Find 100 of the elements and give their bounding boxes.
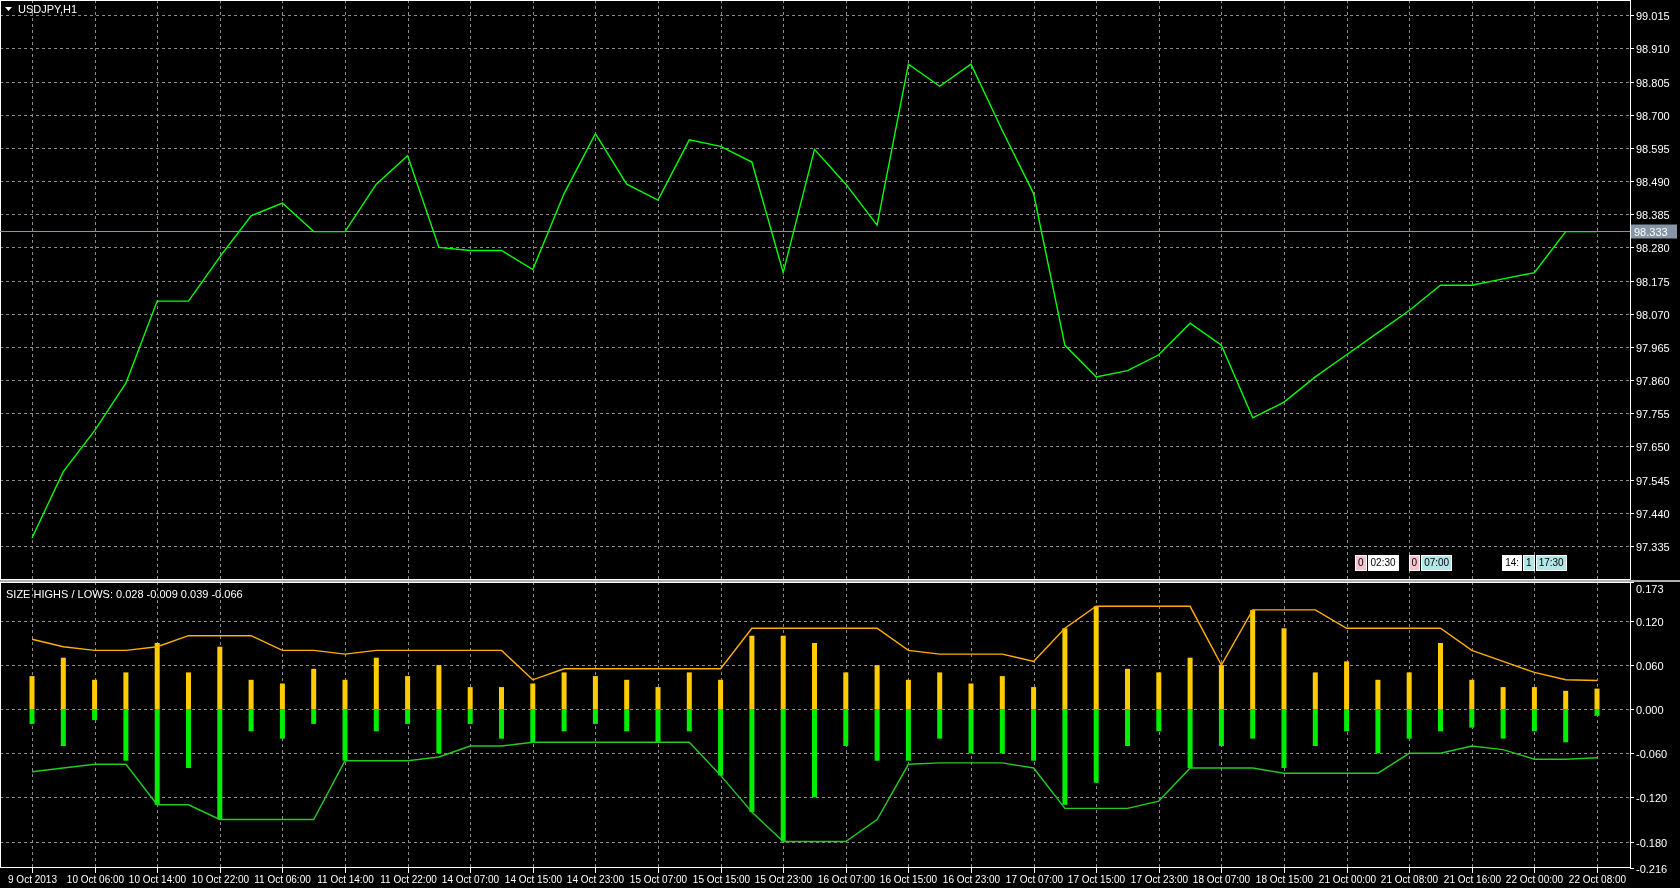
high-bar [843,672,849,710]
high-bar [499,687,504,710]
high-bar [29,676,35,710]
high-bar [60,657,66,710]
low-bar [686,709,692,732]
axis-label: 98.595 [1636,142,1670,155]
time-axis-label: 17 Oct 07:00 [1005,874,1064,885]
axis-label: 98.490 [1636,175,1670,188]
high-bar [1563,690,1569,710]
time-axis-label: 17 Oct 15:00 [1067,874,1126,885]
low-bar [1281,709,1287,768]
low-bar [561,709,567,732]
time-axis-label: 14 Oct 15:00 [504,874,563,885]
low-bar [1312,709,1318,746]
low-bar [1156,709,1162,732]
low-bar [1375,709,1381,754]
time-axis-label: 18 Oct 07:00 [1192,874,1251,885]
low-bar [123,709,129,761]
time-axis-label: 17 Oct 23:00 [1130,874,1189,885]
time-marker: 1 [1523,555,1535,571]
low-bar [874,709,880,761]
time-axis-label: 15 Oct 07:00 [629,874,688,885]
time-axis-label: 15 Oct 15:00 [692,874,751,885]
high-bar [311,668,317,710]
low-bar [1406,709,1412,739]
high-bar [1406,672,1412,710]
axis-label: 98.070 [1636,308,1670,321]
high-bar [561,672,567,710]
time-marker: 0 [1408,555,1421,571]
high-bar [968,683,974,710]
time-axis-label: 16 Oct 23:00 [942,874,1001,885]
low-bar [342,709,348,761]
low-bar [1250,709,1256,739]
low-bar [592,709,598,724]
high-bar [1218,665,1224,710]
high-bar [686,672,692,710]
high-bar [905,679,911,710]
high-bar [1594,688,1600,710]
axis-label: 97.860 [1636,374,1670,387]
dropdown-triangle-icon[interactable] [5,7,12,11]
time-axis-label: 16 Oct 15:00 [879,874,938,885]
low-bar [624,709,630,732]
high-bar [405,676,411,710]
time-axis-label: 21 Oct 08:00 [1380,874,1439,885]
high-bar [92,679,98,710]
high-bar [342,679,348,710]
high-bar [467,687,473,710]
high-bar [655,687,661,710]
low-bar [248,709,254,732]
high-bar [1438,643,1443,710]
low-bar [655,709,661,743]
axis-label: 98.805 [1636,76,1670,89]
low-bar [968,709,974,754]
low-bar [937,709,943,739]
low-bar [999,709,1005,754]
high-bar [718,679,724,710]
time-axis-label: 10 Oct 06:00 [66,874,125,885]
low-bar [1031,709,1037,761]
axis-label: 0.000 [1636,703,1664,716]
high-bar [530,683,536,710]
high-bar [154,643,160,710]
low-bar [311,709,317,724]
time-marker: 07:00 [1421,555,1453,571]
low-bar [1563,709,1569,743]
time-axis-label: 21 Oct 00:00 [1318,874,1377,885]
low-bar [186,709,191,768]
low-bar [1531,709,1537,732]
current-price-label: 98.333 [1631,224,1677,239]
low-bar [436,709,442,754]
time-axis-label: 11 Oct 14:00 [317,874,374,885]
low-bar [1344,709,1350,732]
high-bar [1031,687,1037,710]
axis-label: 97.650 [1636,440,1670,453]
low-bar [1469,709,1475,728]
low-bar [530,709,536,743]
axis-label: 0.173 [1636,583,1664,595]
low-bar [467,709,473,724]
low-bar [1187,709,1193,768]
high-bar [1187,657,1193,710]
high-bar [812,643,817,710]
time-axis-label: 16 Oct 07:00 [817,874,876,885]
high-bar [279,683,285,710]
time-axis-label: 22 Oct 08:00 [1568,874,1627,885]
high-bar [1375,679,1381,710]
high-bar [999,676,1005,710]
time-axis-label: 11 Oct 06:00 [254,874,311,885]
axis-label: -0.060 [1636,747,1668,760]
time-marker: 0 [1355,555,1367,571]
high-bar [186,672,191,710]
low-bar [499,709,504,739]
high-bar [1125,668,1130,710]
high-bar [1156,672,1162,710]
low-bar [405,709,411,724]
time-marker: 17:30 [1535,555,1567,571]
time-axis-label: 21 Oct 16:00 [1443,874,1502,885]
time-axis-label: 9 Oct 2013 [8,874,57,885]
time-axis-label: 15 Oct 23:00 [754,874,813,885]
time-marker: 14: [1502,555,1523,571]
low-bar [1594,709,1600,716]
low-bar [279,709,285,739]
